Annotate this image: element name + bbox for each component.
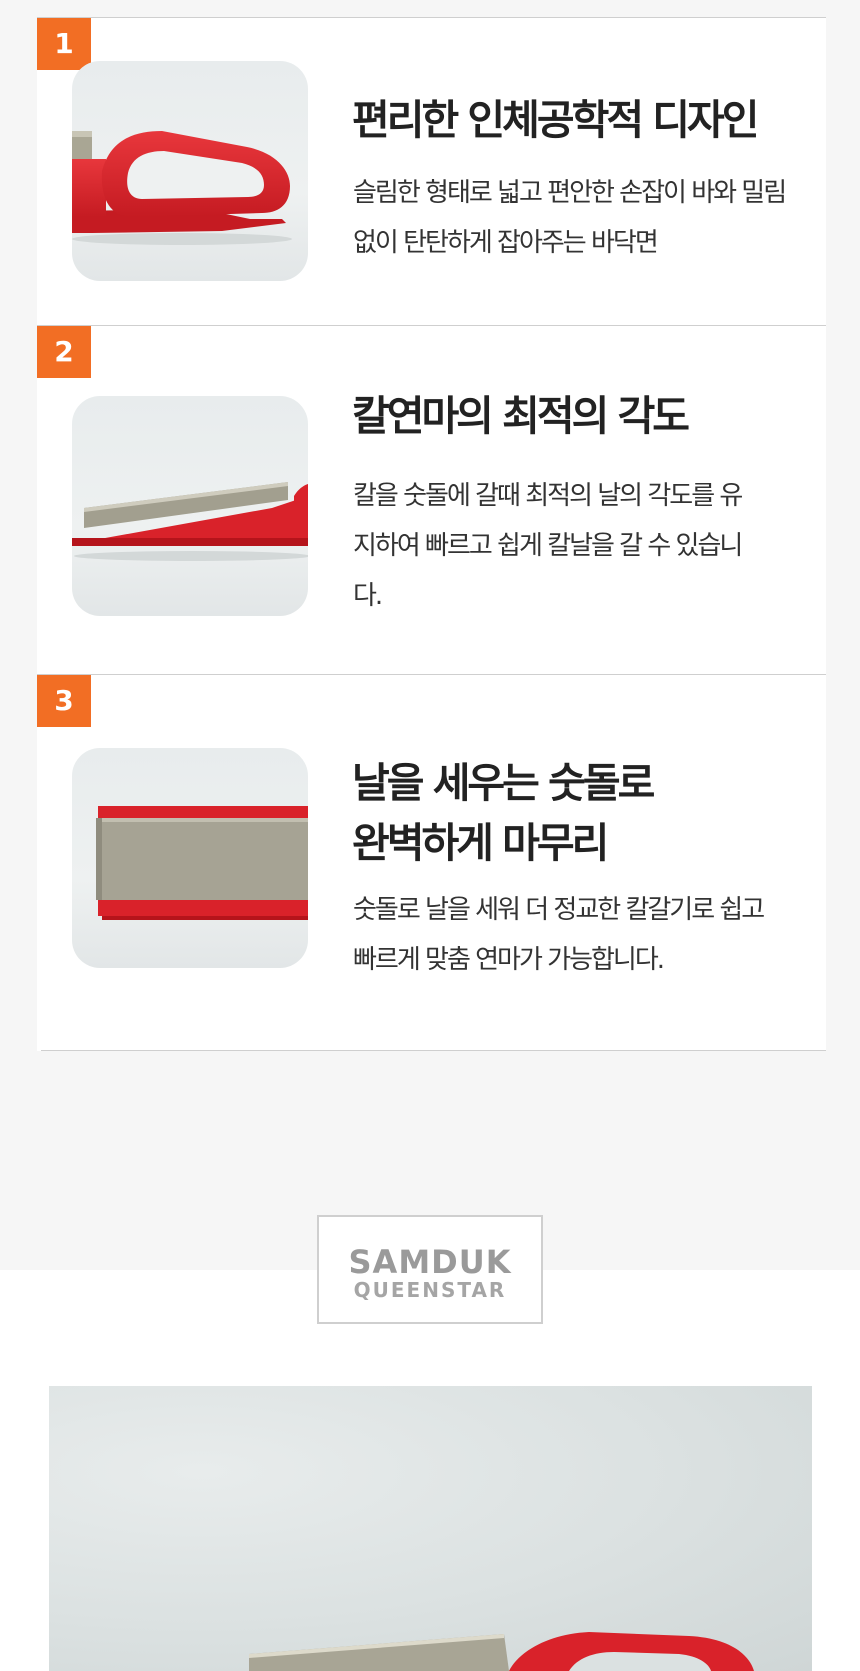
feature-title: 날을 세우는 숫돌로 완벽하게 마무리 (352, 759, 655, 867)
feature-title: 칼연마의 최적의 각도 (352, 392, 690, 440)
brand-logo: SAMDUK QUEENSTAR (317, 1215, 543, 1324)
product-detail-page: 1 편리한 인체공학적 디자인 슬림한 형태로 넓고 편안한 손잡이 바와 밀림… (0, 0, 860, 1671)
feature-image-handle (72, 61, 308, 281)
product-photo-illustration (249, 1632, 754, 1671)
feature-item-1: 1 편리한 인체공학적 디자인 슬림한 형태로 넓고 편안한 손잡이 바와 밀림… (37, 17, 826, 325)
feature-item-3: 3 날을 세우는 숫돌로 완벽하게 마무리 숫돌로 날을 세워 더 정교한 칼갈… (37, 674, 826, 1051)
feature-title: 편리한 인체공학적 디자인 (352, 96, 759, 144)
feature-image-angle (72, 396, 308, 616)
feature-description: 칼을 숫돌에 갈때 최적의 날의 각도를 유지하여 빠르고 쉽게 칼날을 갈 수… (353, 481, 743, 611)
feature-description: 숫돌로 날을 세워 더 정교한 칼갈기로 쉽고 빠르게 맞춤 연마가 가능합니다… (353, 895, 765, 975)
sharpener-handle-illustration (72, 131, 292, 245)
feature-list: 1 편리한 인체공학적 디자인 슬림한 형태로 넓고 편안한 손잡이 바와 밀림… (37, 17, 826, 1051)
feature-description: 슬림한 형태로 넓고 편안한 손잡이 바와 밀림없이 탄탄하게 잡아주는 바닥면 (353, 178, 787, 258)
feature-item-2: 2 칼연마의 최적의 각도 칼을 숫돌에 갈때 최적의 날의 각도를 유지하여 … (37, 325, 826, 674)
stone-closeup-illustration (96, 806, 308, 920)
feature-number-badge: 2 (37, 326, 91, 378)
brand-logo-sub-text: QUEENSTAR (353, 1278, 507, 1302)
feature-number-badge: 1 (37, 18, 91, 70)
feature-number-badge: 3 (37, 675, 91, 727)
brand-logo-main-text: SAMDUK (348, 1243, 512, 1281)
product-hero-image (49, 1386, 812, 1671)
angled-stone-illustration (72, 482, 308, 561)
feature-image-stone (72, 748, 308, 968)
